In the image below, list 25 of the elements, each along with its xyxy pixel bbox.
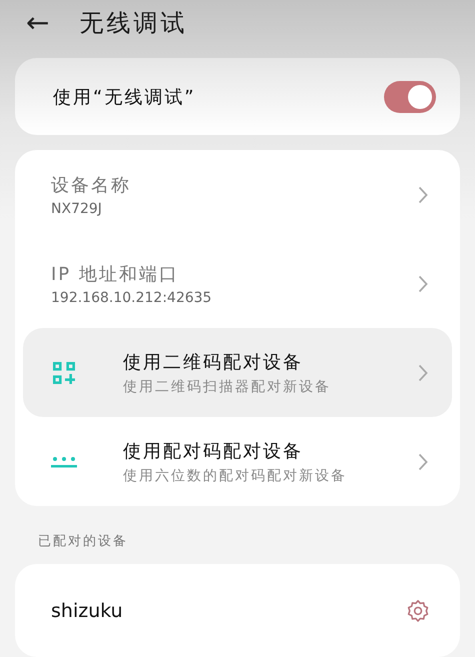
qr-code-icon bbox=[51, 362, 77, 384]
list-item[interactable]: 使用二维码配对设备 使用二维码扫描器配对新设备 bbox=[23, 328, 452, 418]
item-title: 使用二维码配对设备 bbox=[123, 350, 304, 374]
chevron-icon bbox=[418, 186, 428, 204]
chevron-icon bbox=[418, 452, 428, 471]
list-item[interactable]: 设备名称 NX729J bbox=[23, 150, 452, 240]
chevron-icon bbox=[418, 364, 428, 382]
chevron-icon bbox=[418, 274, 428, 293]
password-icon bbox=[51, 454, 77, 469]
item-subtitle: 使用六位数的配对码配对新设备 bbox=[123, 466, 348, 485]
list-item[interactable]: IP 地址和端口 192.168.10.212:42635 bbox=[23, 239, 452, 328]
item-subtitle: NX729J bbox=[51, 200, 103, 217]
back-button[interactable]: ← bbox=[26, 9, 50, 38]
section-label: 已配对的设备 bbox=[38, 533, 128, 550]
item-title: 使用配对码配对设备 bbox=[123, 440, 304, 463]
toggle-switch[interactable] bbox=[384, 80, 436, 113]
item-title: IP 地址和端口 bbox=[51, 262, 180, 286]
settings-icon[interactable] bbox=[406, 598, 430, 623]
item-subtitle: 使用二维码扫描器配对新设备 bbox=[123, 378, 332, 396]
toggle-label: 使用“无线调试” bbox=[53, 86, 196, 109]
item-subtitle: 192.168.10.212:42635 bbox=[51, 290, 213, 306]
list-item[interactable]: 使用配对码配对设备 使用六位数的配对码配对新设备 bbox=[23, 417, 452, 506]
device-name: shizuku bbox=[51, 600, 123, 622]
page-title: 无线调试 bbox=[79, 8, 188, 40]
item-title: 设备名称 bbox=[51, 174, 132, 197]
